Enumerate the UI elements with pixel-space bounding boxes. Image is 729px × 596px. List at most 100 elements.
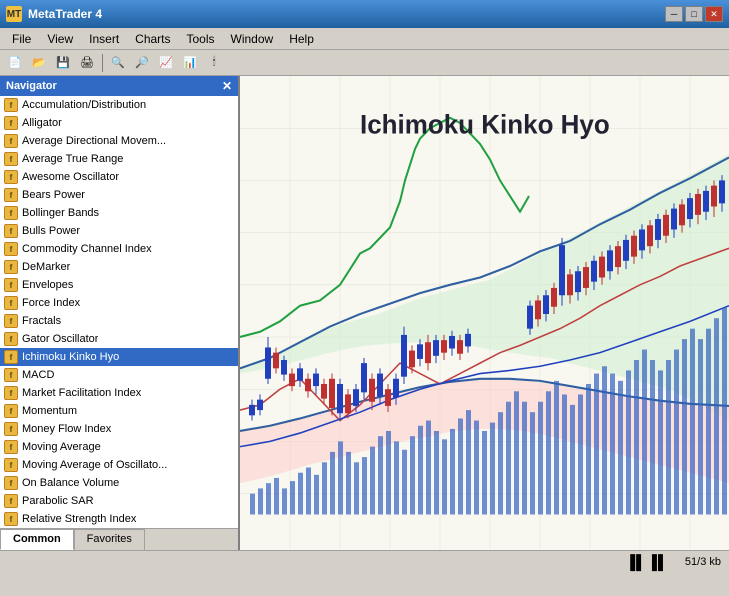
indicator-icon: f (4, 494, 18, 508)
indicator-icon: f (4, 260, 18, 274)
menu-tools[interactable]: Tools (179, 30, 223, 48)
app-icon: MT (6, 6, 22, 22)
nav-item-label: Relative Strength Index (22, 513, 136, 525)
toolbar-open[interactable]: 📂 (28, 53, 50, 73)
list-item[interactable]: f Alligator (0, 114, 238, 132)
nav-item-label: Bulls Power (22, 225, 80, 237)
list-item[interactable]: f Force Index (0, 294, 238, 312)
menu-bar: File View Insert Charts Tools Window Hel… (0, 28, 729, 50)
indicator-icon: f (4, 170, 18, 184)
list-item[interactable]: f Awesome Oscillator (0, 168, 238, 186)
indicator-icon: f (4, 476, 18, 490)
indicator-icon: f (4, 440, 18, 454)
indicator-icon: f (4, 404, 18, 418)
list-item[interactable]: f Momentum (0, 402, 238, 420)
toolbar-candle[interactable]: 🕯 (203, 53, 225, 73)
toolbar-save[interactable]: 💾 (52, 53, 74, 73)
list-item[interactable]: f Accumulation/Distribution (0, 96, 238, 114)
list-item[interactable]: f On Balance Volume (0, 474, 238, 492)
navigator-title: Navigator (6, 80, 57, 92)
nav-item-label: Market Facilitation Index (22, 387, 141, 399)
title-bar-left: MT MetaTrader 4 (6, 6, 102, 22)
menu-view[interactable]: View (39, 30, 81, 48)
title-bar-controls[interactable]: ─ □ ✕ (665, 6, 723, 22)
list-item[interactable]: f Money Flow Index (0, 420, 238, 438)
indicator-icon: f (4, 350, 18, 364)
indicator-icon: f (4, 512, 18, 526)
toolbar-zoom-in[interactable]: 🔍 (107, 53, 129, 73)
navigator-list[interactable]: f Accumulation/Distribution f Alligator … (0, 96, 238, 528)
navigator-close[interactable]: ✕ (222, 79, 232, 93)
list-item[interactable]: f Bollinger Bands (0, 204, 238, 222)
menu-help[interactable]: Help (281, 30, 322, 48)
navigator-panel: Navigator ✕ f Accumulation/Distribution … (0, 76, 240, 550)
list-item[interactable]: f Envelopes (0, 276, 238, 294)
list-item[interactable]: f Relative Strength Index (0, 510, 238, 528)
tab-favorites[interactable]: Favorites (74, 529, 145, 550)
nav-item-label: Ichimoku Kinko Hyo (22, 351, 119, 363)
indicator-icon: f (4, 296, 18, 310)
title-bar: MT MetaTrader 4 ─ □ ✕ (0, 0, 729, 28)
navigator-header: Navigator ✕ (0, 76, 238, 96)
toolbar-print[interactable]: 🖨 (76, 53, 98, 73)
list-item[interactable]: f Gator Oscillator (0, 330, 238, 348)
nav-item-label: On Balance Volume (22, 477, 119, 489)
title-text: MetaTrader 4 (28, 7, 102, 21)
status-bar: ▐▌▐▌ 51/3 kb (0, 550, 729, 572)
list-item[interactable]: f Fractals (0, 312, 238, 330)
list-item[interactable]: f Commodity Channel Index (0, 240, 238, 258)
menu-window[interactable]: Window (223, 30, 282, 48)
indicator-icon: f (4, 242, 18, 256)
nav-item-label: Average True Range (22, 153, 123, 165)
indicator-icon: f (4, 278, 18, 292)
toolbar-line[interactable]: 📈 (155, 53, 177, 73)
list-item[interactable]: f DeMarker (0, 258, 238, 276)
list-item[interactable]: f Parabolic SAR (0, 492, 238, 510)
nav-item-label: Envelopes (22, 279, 73, 291)
toolbar-new[interactable]: 📄 (4, 53, 26, 73)
list-item[interactable]: f Moving Average (0, 438, 238, 456)
nav-item-label: Commodity Channel Index (22, 243, 152, 255)
nav-item-label: DeMarker (22, 261, 70, 273)
list-item[interactable]: f Market Facilitation Index (0, 384, 238, 402)
chart-title: Ichimoku Kinko Hyo (360, 109, 610, 140)
list-item[interactable]: f Bears Power (0, 186, 238, 204)
toolbar-bar[interactable]: 📊 (179, 53, 201, 73)
list-item[interactable]: f Average Directional Movem... (0, 132, 238, 150)
nav-item-label: Gator Oscillator (22, 333, 98, 345)
list-item[interactable]: f Bulls Power (0, 222, 238, 240)
chart-area[interactable]: Ichimoku Kinko Hyo (240, 76, 729, 550)
main-content: Navigator ✕ f Accumulation/Distribution … (0, 76, 729, 550)
menu-file[interactable]: File (4, 30, 39, 48)
menu-insert[interactable]: Insert (81, 30, 127, 48)
chart-canvas: Ichimoku Kinko Hyo (240, 76, 729, 550)
list-item-ichimoku[interactable]: f Ichimoku Kinko Hyo (0, 348, 238, 366)
nav-item-label: Fractals (22, 315, 61, 327)
indicator-icon: f (4, 332, 18, 346)
nav-item-label: Awesome Oscillator (22, 171, 119, 183)
indicator-icon: f (4, 206, 18, 220)
status-info: 51/3 kb (685, 556, 721, 568)
nav-item-label: MACD (22, 369, 54, 381)
close-button[interactable]: ✕ (705, 6, 723, 22)
list-item[interactable]: f Moving Average of Oscillato... (0, 456, 238, 474)
menu-charts[interactable]: Charts (127, 30, 178, 48)
nav-item-label: Force Index (22, 297, 80, 309)
minimize-button[interactable]: ─ (665, 6, 683, 22)
navigator-tabs: Common Favorites (0, 528, 238, 550)
toolbar-zoom-out[interactable]: 🔎 (131, 53, 153, 73)
tab-common[interactable]: Common (0, 529, 74, 550)
indicator-icon: f (4, 134, 18, 148)
nav-item-label: Accumulation/Distribution (22, 99, 146, 111)
maximize-button[interactable]: □ (685, 6, 703, 22)
nav-item-label: Bears Power (22, 189, 85, 201)
list-item[interactable]: f Average True Range (0, 150, 238, 168)
nav-item-label: Money Flow Index (22, 423, 111, 435)
status-indicator: ▐▌▐▌ (625, 554, 669, 570)
list-item[interactable]: f MACD (0, 366, 238, 384)
toolbar-separator (102, 54, 103, 72)
indicator-icon: f (4, 98, 18, 112)
indicator-icon: f (4, 224, 18, 238)
nav-item-label: Momentum (22, 405, 77, 417)
indicator-icon: f (4, 188, 18, 202)
